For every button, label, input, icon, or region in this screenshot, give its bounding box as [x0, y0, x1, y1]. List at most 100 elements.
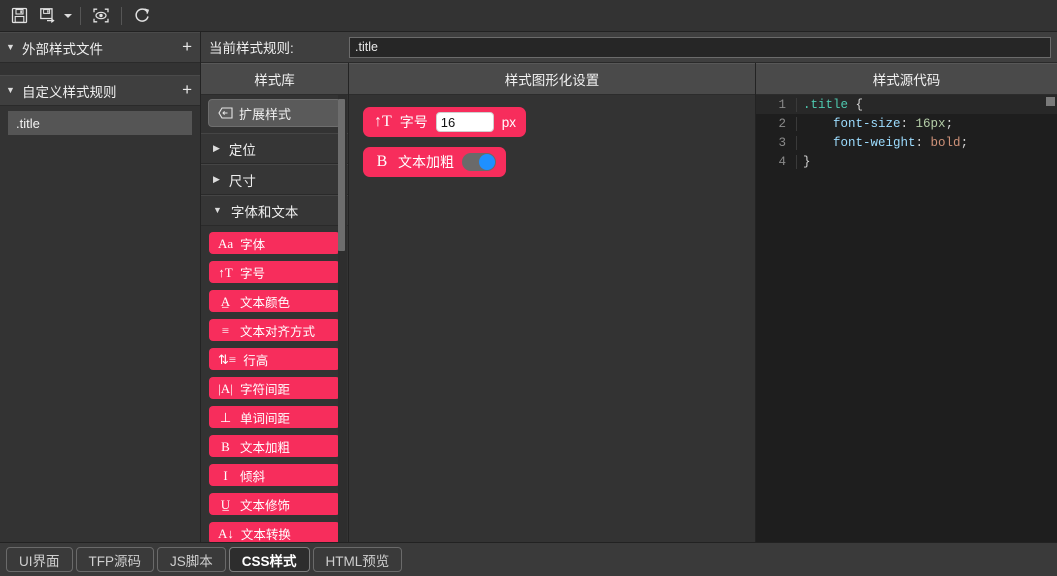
- list-item-rule[interactable]: .title: [8, 111, 192, 135]
- current-rule-bar: 当前样式规则:: [201, 32, 1057, 63]
- chevron-down-icon: [64, 13, 72, 19]
- word-spacing-icon: ⊥: [218, 411, 233, 424]
- property-label: 字号: [240, 263, 265, 282]
- property-label: 文本颜色: [240, 292, 290, 311]
- toolbar-divider-2: [121, 7, 122, 25]
- text-transform-icon: A↓: [218, 527, 234, 540]
- style-library-scrollbar[interactable]: [338, 95, 347, 542]
- chevron-down-icon: ▼: [6, 43, 22, 52]
- token: font-size: [833, 117, 901, 131]
- source-code-panel: 样式源代码 1 .title { 2 font-size: 16px; 3: [756, 63, 1057, 542]
- property-font-weight[interactable]: B 文本加粗: [209, 435, 340, 457]
- save-button[interactable]: [6, 3, 32, 28]
- style-library-scroll: 扩展样式 ▶ 定位 ▶ 尺寸 ▼: [201, 95, 348, 542]
- code-line: 2 font-size: 16px;: [756, 114, 1057, 133]
- tab-css-style[interactable]: CSS样式: [229, 547, 310, 572]
- style-library-panel: 样式库 扩展样式 ▶: [201, 63, 349, 542]
- line-content: }: [796, 155, 1057, 169]
- property-word-spacing[interactable]: ⊥ 单词间距: [209, 406, 340, 428]
- line-number: 4: [756, 155, 796, 169]
- token: [848, 98, 856, 112]
- code-line: 4 }: [756, 152, 1057, 171]
- property-label: 文本转换: [241, 524, 291, 543]
- panels-row: 样式库 扩展样式 ▶: [201, 63, 1057, 542]
- category-positioning[interactable]: ▶ 定位: [201, 133, 348, 164]
- sidebar: ▼ 外部样式文件 + ▼ 自定义样式规则 + .title: [0, 32, 201, 542]
- property-font-family[interactable]: Aa 字体: [209, 232, 340, 254]
- token: :: [916, 136, 931, 150]
- source-code-title: 样式源代码: [756, 63, 1057, 95]
- current-rule-input[interactable]: [349, 37, 1051, 58]
- font-size-input[interactable]: [436, 112, 494, 132]
- graphic-settings-body: ↑T 字号 px B 文本加粗: [349, 95, 755, 542]
- property-line-height[interactable]: ⇅≡ 行高: [209, 348, 340, 370]
- sidebar-section-external-label: 外部样式文件: [22, 38, 182, 58]
- toolbar: [0, 0, 1057, 32]
- chip-font-size-label: 字号: [400, 112, 428, 132]
- property-label: 文本修饰: [240, 495, 290, 514]
- text-color-icon: A̲: [218, 295, 233, 308]
- property-letter-spacing[interactable]: |A| 字符间距: [209, 377, 340, 399]
- save-icon: [11, 7, 28, 24]
- bottom-tabbar: UI界面 TFP源码 JS脚本 CSS样式 HTML预览: [0, 542, 1057, 576]
- tab-tfp-source[interactable]: TFP源码: [76, 547, 155, 572]
- property-text-color[interactable]: A̲ 文本颜色: [209, 290, 340, 312]
- external-files-list: [0, 63, 200, 75]
- property-label: 文本对齐方式: [240, 321, 315, 340]
- chevron-right-icon: ▶: [213, 144, 220, 153]
- center-column: 当前样式规则: 样式库 扩展样式: [201, 32, 1057, 542]
- extend-style-label: 扩展样式: [239, 104, 291, 123]
- token: font-weight: [833, 136, 916, 150]
- code-line: 3 font-weight: bold;: [756, 133, 1057, 152]
- add-external-file-button[interactable]: +: [182, 38, 192, 57]
- line-number: 1: [756, 98, 796, 112]
- token: ;: [961, 136, 969, 150]
- line-content: .title {: [796, 98, 1057, 112]
- font-weight-toggle[interactable]: [462, 153, 496, 171]
- chip-font-weight[interactable]: B 文本加粗: [363, 147, 506, 177]
- token: [803, 117, 833, 131]
- chevron-down-icon: ▼: [213, 206, 222, 215]
- property-label: 行高: [243, 350, 268, 369]
- main-area: ▼ 外部样式文件 + ▼ 自定义样式规则 + .title 当前样式规则:: [0, 32, 1057, 542]
- tag-arrow-icon: [218, 107, 233, 119]
- property-font-style[interactable]: I 倾斜: [209, 464, 340, 486]
- toggle-knob: [479, 154, 495, 170]
- property-text-align[interactable]: ≡ 文本对齐方式: [209, 319, 340, 341]
- category-size[interactable]: ▶ 尺寸: [201, 164, 348, 195]
- add-custom-rule-button[interactable]: +: [182, 81, 192, 100]
- refresh-button[interactable]: [129, 3, 155, 28]
- property-label: 字符间距: [240, 379, 290, 398]
- property-text-transform[interactable]: A↓ 文本转换: [209, 522, 340, 542]
- tab-html-preview[interactable]: HTML预览: [313, 547, 403, 572]
- tab-js-script[interactable]: JS脚本: [157, 547, 226, 572]
- save-as-button[interactable]: [34, 3, 60, 28]
- category-size-label: 尺寸: [229, 170, 256, 190]
- style-library-title: 样式库: [201, 63, 348, 95]
- sidebar-section-external[interactable]: ▼ 外部样式文件 +: [0, 32, 200, 63]
- token: bold: [931, 136, 961, 150]
- line-number: 2: [756, 117, 796, 131]
- app-window: ▼ 外部样式文件 + ▼ 自定义样式规则 + .title 当前样式规则:: [0, 0, 1057, 576]
- category-font-text[interactable]: ▼ 字体和文本: [201, 195, 348, 226]
- style-library-scrollbar-thumb[interactable]: [338, 99, 345, 251]
- property-text-decoration[interactable]: U̲ 文本修饰: [209, 493, 340, 515]
- preview-button[interactable]: [88, 3, 114, 28]
- refresh-icon: [134, 7, 151, 24]
- chip-font-size[interactable]: ↑T 字号 px: [363, 107, 526, 137]
- editor-scrollbar-thumb[interactable]: [1046, 97, 1055, 106]
- token: :: [901, 117, 916, 131]
- css-code-editor[interactable]: 1 .title { 2 font-size: 16px; 3 font-wei…: [756, 95, 1057, 542]
- sidebar-section-custom-label: 自定义样式规则: [22, 81, 182, 101]
- current-rule-label: 当前样式规则:: [209, 37, 349, 57]
- save-as-dropdown-caret[interactable]: [62, 3, 73, 28]
- tab-ui[interactable]: UI界面: [6, 547, 73, 572]
- font-size-unit: px: [502, 115, 516, 130]
- property-font-size[interactable]: ↑T 字号: [209, 261, 340, 283]
- extend-style-button[interactable]: 扩展样式: [208, 99, 341, 127]
- line-content: font-size: 16px;: [796, 117, 1057, 131]
- underline-icon: U̲: [218, 498, 233, 511]
- italic-icon: I: [218, 469, 233, 482]
- sidebar-section-custom[interactable]: ▼ 自定义样式规则 +: [0, 75, 200, 106]
- property-label: 单词间距: [240, 408, 290, 427]
